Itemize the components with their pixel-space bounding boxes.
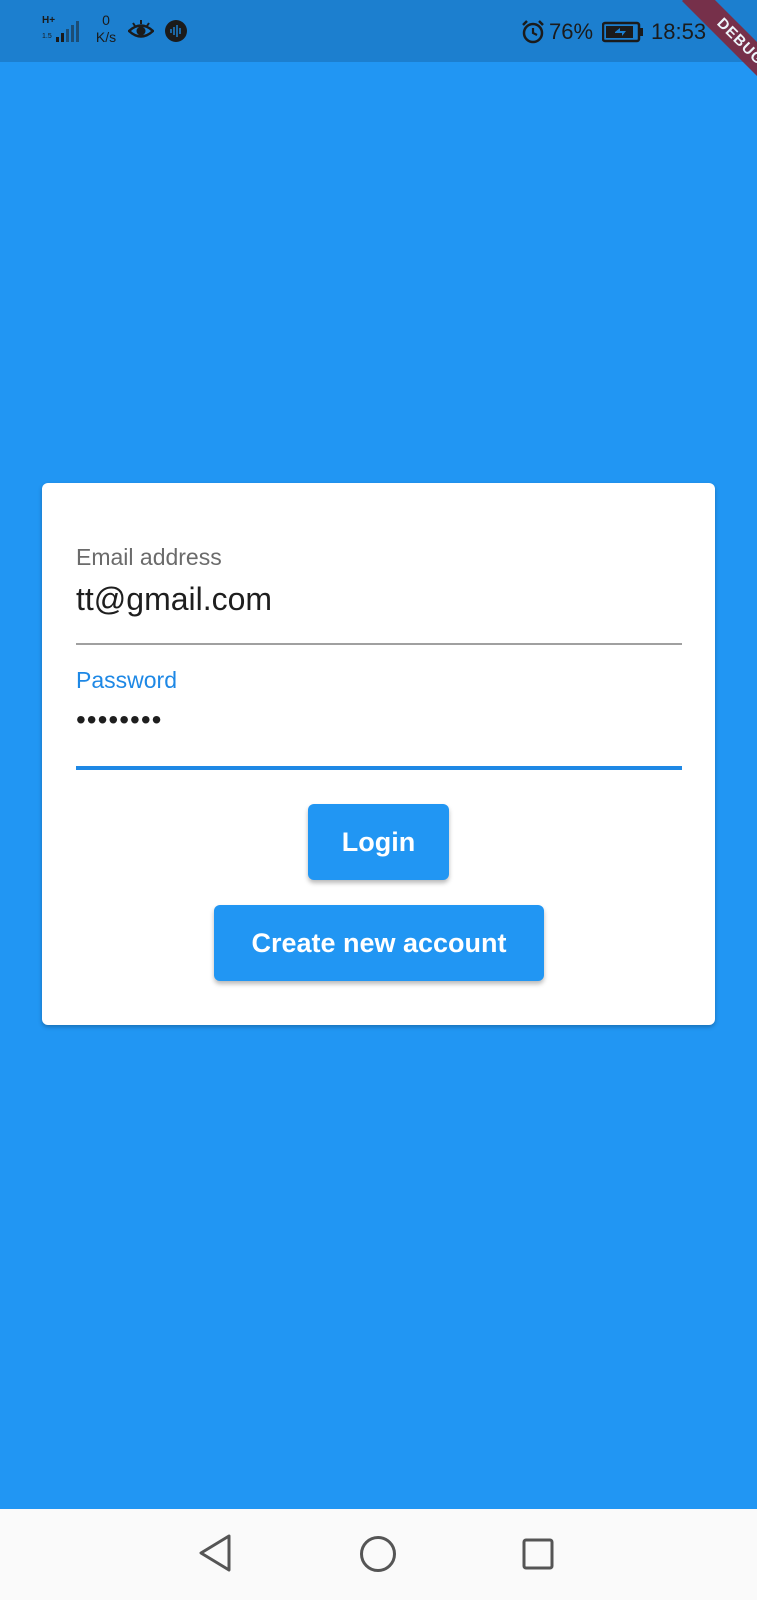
- eye-icon: [128, 20, 154, 38]
- password-field[interactable]: Password ••••••••: [76, 666, 682, 770]
- network-type: H+: [42, 15, 56, 26]
- speed-value: 0: [102, 12, 110, 28]
- login-card: Email address tt@gmail.com Password ••••…: [42, 483, 715, 1025]
- network-speed: 0 K/s: [90, 12, 122, 46]
- battery-percent: 76%: [549, 19, 594, 44]
- password-underline: [76, 766, 682, 770]
- network-sub: 1.5: [42, 33, 52, 40]
- waves-icon: [165, 20, 187, 42]
- create-account-button[interactable]: Create new account: [214, 905, 544, 981]
- signal-bar: [71, 25, 74, 42]
- signal-bar: [61, 33, 64, 42]
- speed-unit: K/s: [95, 29, 117, 45]
- email-input[interactable]: tt@gmail.com: [76, 581, 682, 617]
- back-icon[interactable]: [198, 1534, 232, 1572]
- signal-bar: [76, 21, 79, 42]
- password-label: Password: [76, 667, 177, 693]
- navigation-bar: [0, 1509, 757, 1600]
- password-input[interactable]: ••••••••: [76, 702, 682, 738]
- clock: 18:53: [651, 19, 707, 44]
- signal-bar: [66, 29, 69, 42]
- login-button[interactable]: Login: [308, 804, 449, 880]
- email-field[interactable]: Email address tt@gmail.com: [76, 543, 682, 645]
- alarm-icon: [522, 20, 544, 44]
- signal-icon: H+ 1.5: [42, 16, 80, 44]
- battery-icon: [602, 21, 643, 43]
- home-icon[interactable]: [359, 1535, 397, 1573]
- email-underline: [76, 643, 682, 645]
- email-label: Email address: [76, 544, 222, 570]
- status-bar: H+ 1.5 0 K/s 76% 18:53: [0, 0, 757, 62]
- recent-apps-icon[interactable]: [522, 1538, 554, 1570]
- signal-bar: [56, 37, 59, 42]
